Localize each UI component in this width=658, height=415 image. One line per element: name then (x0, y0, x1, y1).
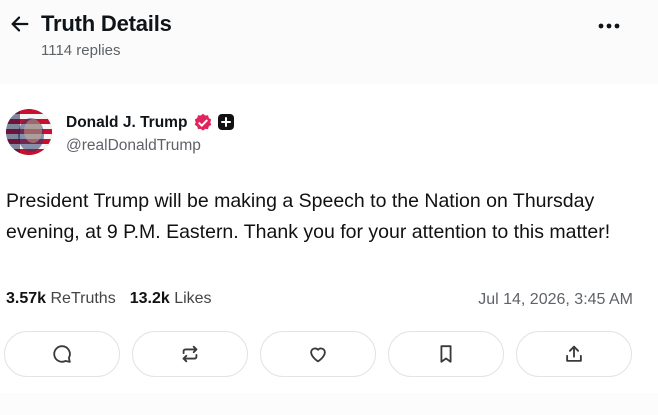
more-options-button[interactable] (596, 16, 622, 36)
arrow-left-icon (11, 16, 29, 32)
action-bar (4, 331, 638, 379)
retruths-count: 3.57k (6, 290, 47, 307)
page-title: Truth Details (41, 11, 172, 36)
author-name[interactable]: Donald J. Trump (66, 114, 187, 132)
author-handle[interactable]: @realDonaldTrump (66, 137, 201, 155)
post-text: President Trump will be making a Speech … (6, 190, 611, 243)
reply-count: 1114 replies (41, 42, 121, 59)
retruths-stat[interactable]: 3.57k ReTruths (6, 290, 116, 307)
bookmark-button[interactable] (388, 331, 504, 377)
like-button[interactable] (260, 331, 376, 377)
header: Truth Details 1114 replies (0, 0, 658, 84)
likes-count: 13.2k (129, 290, 170, 307)
verified-badge-icon (194, 113, 212, 131)
retruths-label: ReTruths (50, 290, 116, 307)
reply-button[interactable] (4, 331, 120, 377)
reply-icon (53, 345, 71, 363)
avatar[interactable] (6, 109, 52, 155)
post-timestamp: Jul 14, 2026, 3:45 AM (478, 291, 633, 308)
share-button[interactable] (516, 331, 632, 377)
back-button[interactable] (8, 12, 32, 36)
retruth-button[interactable] (132, 331, 248, 377)
likes-stat[interactable]: 13.2k Likes (130, 290, 212, 307)
likes-label: Likes (174, 290, 212, 307)
plus-badge-icon (218, 114, 234, 130)
post-stats: 3.57k ReTruths 13.2k Likes (6, 290, 212, 308)
retruth-icon (182, 345, 198, 363)
bottom-strip (0, 393, 658, 415)
bookmark-icon (440, 345, 452, 363)
like-icon (310, 347, 326, 363)
more-horizontal-icon (598, 23, 620, 29)
share-icon (566, 345, 582, 362)
